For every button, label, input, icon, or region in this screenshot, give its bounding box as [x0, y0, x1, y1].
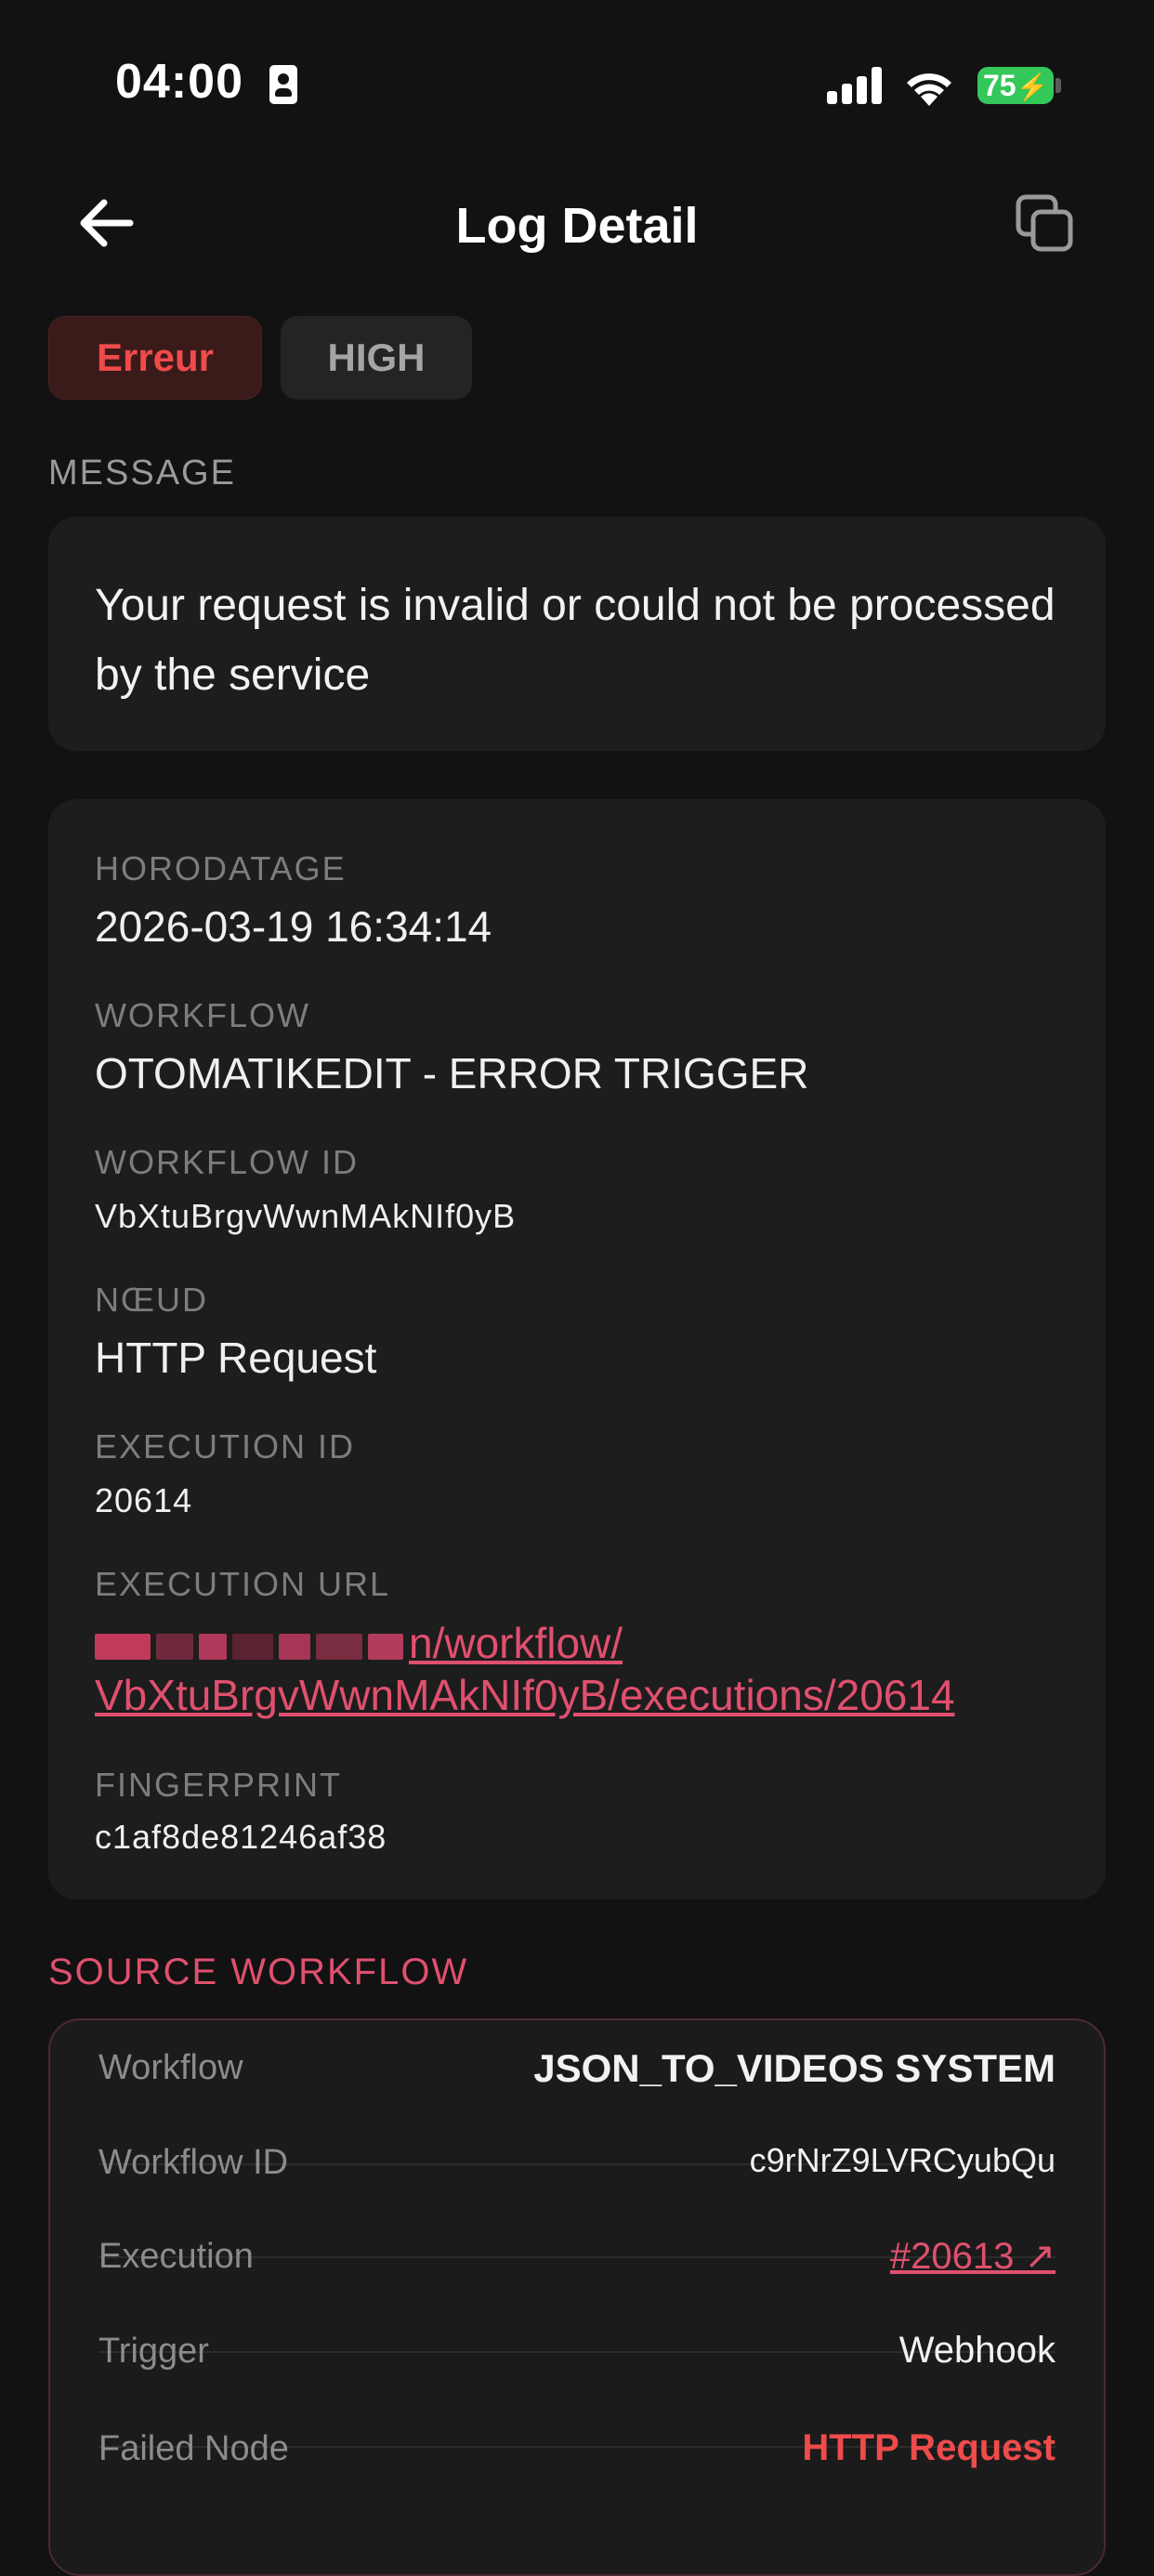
- source-row-workflow-id: Workflow ID c9rNrZ9LVRCyubQu: [98, 2115, 1056, 2208]
- source-workflow-card: Workflow JSON_TO_VIDEOS SYSTEM Workflow …: [48, 2018, 1106, 2576]
- workflow-id-label: WORKFLOW ID: [95, 1143, 359, 1181]
- execution-url-line2: VbXtuBrgvWwnMAkNIf0yB/executions/20614: [95, 1671, 955, 1719]
- battery-tip: [1056, 78, 1061, 93]
- contact-card-icon: [269, 65, 297, 104]
- status-bar: 04:00 75⚡: [0, 0, 1154, 130]
- timestamp-label: HORODATAGE: [95, 849, 347, 887]
- source-workflow-label: SOURCE WORKFLOW: [48, 1952, 469, 1992]
- source-row-key: Workflow ID: [98, 2143, 289, 2182]
- execution-url-link[interactable]: n/workflow/ VbXtuBrgvWwnMAkNIf0yB/execut…: [95, 1617, 1080, 1721]
- battery-icon: 75⚡: [977, 67, 1054, 104]
- page-title: Log Detail: [455, 198, 699, 254]
- status-time: 04:00: [115, 55, 243, 109]
- source-row-workflow: Workflow JSON_TO_VIDEOS SYSTEM: [98, 2020, 1056, 2113]
- execution-id-value: 20614: [95, 1481, 193, 1519]
- source-row-failed-node: Failed Node HTTP Request: [98, 2401, 1056, 2494]
- source-row-value: HTTP Request: [802, 2427, 1056, 2468]
- source-row-value: Webhook: [898, 2330, 1056, 2371]
- battery-level: 75: [983, 69, 1016, 102]
- source-row-execution: Execution #20613 ↗: [98, 2209, 1056, 2302]
- priority-badge: HIGH: [281, 316, 472, 400]
- execution-url-line1: n/workflow/: [409, 1619, 623, 1667]
- source-row-value: JSON_TO_VIDEOS SYSTEM: [533, 2046, 1056, 2090]
- source-row-value: c9rNrZ9LVRCyubQu: [749, 2141, 1056, 2179]
- execution-url-label: EXECUTION URL: [95, 1565, 391, 1603]
- message-text: Your request is invalid or could not be …: [95, 581, 1056, 700]
- execution-id-label: EXECUTION ID: [95, 1427, 356, 1465]
- workflow-id-value: VbXtuBrgvWwnMAkNIf0yB: [95, 1197, 517, 1235]
- timestamp-value: 2026-03-19 16:34:14: [95, 902, 492, 951]
- fingerprint-value: c1af8de81246af38: [95, 1818, 387, 1856]
- source-row-trigger: Trigger Webhook: [98, 2304, 1056, 2397]
- message-card: Your request is invalid or could not be …: [48, 517, 1106, 751]
- details-card: HORODATAGE 2026-03-19 16:34:14 WORKFLOW …: [48, 799, 1106, 1899]
- copy-icon[interactable]: [1015, 193, 1076, 255]
- fingerprint-label: FINGERPRINT: [95, 1766, 343, 1804]
- nav-header: Log Detail: [0, 167, 1154, 279]
- level-badge: Erreur: [48, 316, 262, 400]
- wifi-icon: [907, 73, 951, 106]
- workflow-label: WORKFLOW: [95, 996, 310, 1034]
- node-label: NŒUD: [95, 1281, 208, 1319]
- workflow-value: OTOMATIKEDIT - ERROR TRIGGER: [95, 1049, 809, 1097]
- source-row-key: Workflow: [98, 2048, 243, 2087]
- source-row-key: Failed Node: [98, 2429, 289, 2468]
- source-row-key: Execution: [98, 2237, 254, 2276]
- message-label: MESSAGE: [48, 453, 236, 493]
- execution-link[interactable]: #20613 ↗: [890, 2235, 1056, 2278]
- cellular-signal-icon: [827, 67, 883, 104]
- node-value: HTTP Request: [95, 1334, 377, 1382]
- source-row-key: Trigger: [98, 2332, 209, 2371]
- redacted-domain: [95, 1619, 409, 1667]
